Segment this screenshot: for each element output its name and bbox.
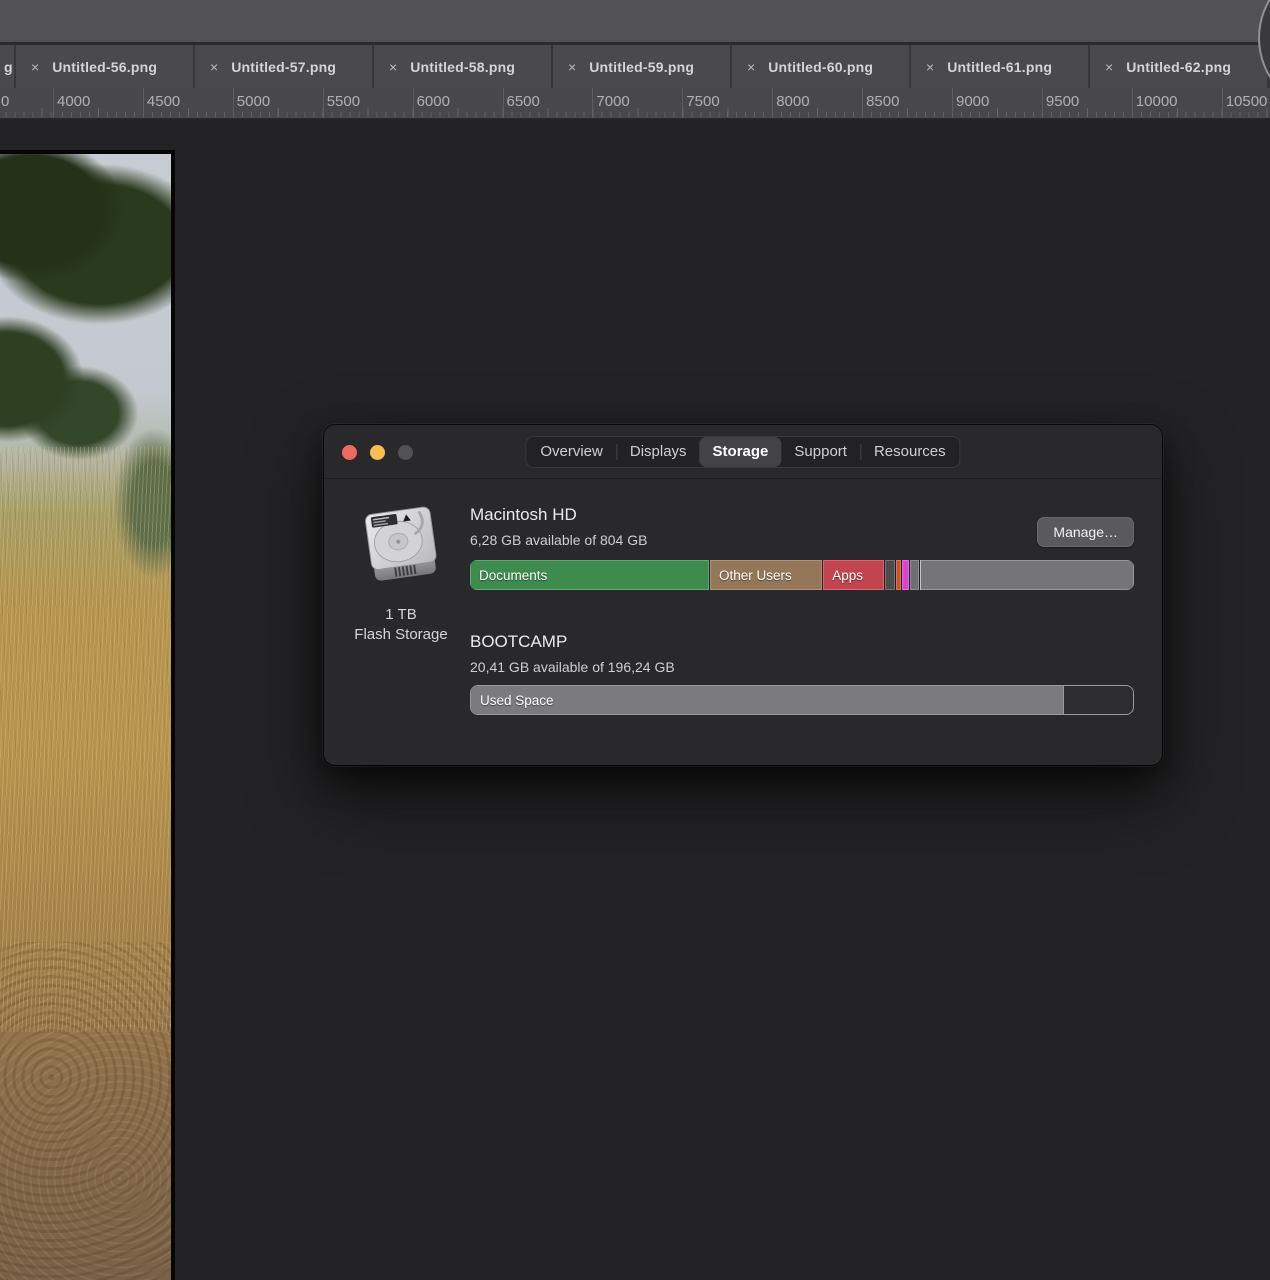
document-tab[interactable]: × Untitled-58.png [374, 45, 551, 88]
about-mac-storage-window: OverviewDisplaysStorageSupportResources [324, 425, 1162, 765]
document-tab-partial[interactable]: g [0, 45, 14, 88]
macintosh-hd-usage-bar: DocumentsOther UsersApps [470, 560, 1134, 590]
volumes-info: Macintosh HD 6,28 GB available of 804 GB… [470, 505, 1134, 715]
ruler-major-tick: 7000 [592, 88, 593, 118]
volume-available-bootcamp: 20,41 GB available of 196,24 GB [470, 659, 1134, 675]
segment-other-users: Other Users [710, 560, 822, 590]
used-space-label: Used Space [480, 693, 554, 708]
manage-button[interactable]: Manage… [1037, 517, 1134, 547]
ruler-label: 7500 [686, 93, 719, 110]
tab-label: Untitled-56.png [52, 59, 157, 75]
disk-capacity: 1 TB [346, 606, 456, 623]
tab-close-icon[interactable]: × [210, 60, 218, 74]
ruler-label: 9000 [956, 93, 989, 110]
document-tab[interactable]: × Untitled-56.png [16, 45, 193, 88]
ruler-major-tick: 7500 [682, 88, 683, 118]
window-tab-displays[interactable]: Displays [617, 437, 700, 467]
hard-drive-icon [355, 501, 447, 593]
tab-label: Untitled-61.png [947, 59, 1052, 75]
window-titlebar[interactable]: OverviewDisplaysStorageSupportResources [324, 425, 1162, 479]
ruler-label: 5500 [327, 93, 360, 110]
ruler-label: 10000 [1136, 93, 1178, 110]
document-tab[interactable]: × Untitled-59.png [553, 45, 730, 88]
ruler-major-tick: 9000 [952, 88, 953, 118]
disk-summary: 1 TB Flash Storage [346, 501, 456, 643]
volume-name-bootcamp: BOOTCAMP [470, 632, 1134, 652]
window-tab-support[interactable]: Support [781, 437, 860, 467]
segment-documents: Documents [470, 560, 709, 590]
tab-label: g [4, 59, 13, 75]
tab-label: Untitled-62.png [1126, 59, 1231, 75]
document-tab-bar: g × Untitled-56.png × Untitled-57.png × Untit… [0, 45, 1270, 88]
photoshop-options-bar [0, 0, 1270, 45]
disk-kind: Flash Storage [346, 626, 456, 643]
tab-label: Untitled-57.png [231, 59, 336, 75]
segment-small [885, 560, 895, 590]
ruler-label: 8500 [866, 93, 899, 110]
ruler-label: 4000 [57, 93, 90, 110]
ruler-minor-ticks [0, 112, 1270, 117]
bootcamp-used-segment: Used Space [471, 686, 1064, 714]
bootcamp-usage-bar: Used Space [470, 685, 1134, 715]
window-tabs: OverviewDisplaysStorageSupportResources [525, 436, 960, 468]
ruler-label: 7000 [596, 93, 629, 110]
tab-close-icon[interactable]: × [31, 60, 39, 74]
ruler-major-tick: 4000 [53, 88, 54, 118]
window-tab-resources[interactable]: Resources [861, 437, 959, 467]
ruler-label: 9500 [1046, 93, 1079, 110]
tab-close-icon[interactable]: × [1105, 60, 1113, 74]
segment-small [896, 560, 901, 590]
ruler-label: 6500 [507, 93, 540, 110]
screen: g × Untitled-56.png × Untitled-57.png × Untit… [0, 0, 1270, 1280]
free-space-segment [920, 560, 1134, 590]
ruler-partial-label: 0 [1, 93, 9, 110]
document-tab[interactable]: × Untitled-61.png [911, 45, 1088, 88]
traffic-lights [342, 445, 413, 460]
ruler-major-tick: 5500 [323, 88, 324, 118]
segment-apps: Apps [823, 560, 883, 590]
ruler-major-tick: 5000 [233, 88, 234, 118]
tab-close-icon[interactable]: × [926, 60, 934, 74]
tab-close-icon[interactable]: × [389, 60, 397, 74]
ruler-major-tick: 8500 [862, 88, 863, 118]
tab-close-icon[interactable]: × [568, 60, 576, 74]
canvas-photo[interactable] [0, 150, 175, 1280]
ruler-major-tick: 10000 [1132, 88, 1133, 118]
ruler-label: 4500 [147, 93, 180, 110]
tab-label: Untitled-60.png [768, 59, 873, 75]
ruler-major-tick: 6000 [413, 88, 414, 118]
document-tab[interactable]: × Untitled-62.png [1090, 45, 1267, 88]
minimize-window-button[interactable] [370, 445, 385, 460]
ruler-label: 6000 [417, 93, 450, 110]
ruler-label: 5000 [237, 93, 270, 110]
tab-label: Untitled-58.png [410, 59, 515, 75]
tab-label: Untitled-59.png [589, 59, 694, 75]
ruler-major-tick: 10500 [1222, 88, 1223, 118]
document-tab[interactable]: × Untitled-60.png [732, 45, 909, 88]
ruler-major-tick: 4500 [143, 88, 144, 118]
segment-small [902, 560, 909, 590]
ruler-major-tick: 6500 [503, 88, 504, 118]
tab-close-icon[interactable]: × [747, 60, 755, 74]
window-tab-storage[interactable]: Storage [700, 437, 782, 467]
volume-available-macintosh-hd: 6,28 GB available of 804 GB [470, 532, 1134, 548]
ruler: 0 4000 4500 5000 5500 6000 6500 7000 7500 8000 85… [0, 88, 1270, 119]
volume-name-macintosh-hd: Macintosh HD [470, 505, 1134, 525]
document-tab[interactable]: × Untitled-57.png [195, 45, 372, 88]
ruler-major-tick: 8000 [772, 88, 773, 118]
segment-small [910, 560, 919, 590]
close-window-button[interactable] [342, 445, 357, 460]
window-tab-overview[interactable]: Overview [527, 437, 616, 467]
zoom-window-button-disabled [398, 445, 413, 460]
ruler-major-tick: 9500 [1042, 88, 1043, 118]
ruler-label: 10500 [1226, 93, 1268, 110]
ruler-label: 8000 [776, 93, 809, 110]
canvas-area: OverviewDisplaysStorageSupportResources [0, 119, 1270, 1280]
